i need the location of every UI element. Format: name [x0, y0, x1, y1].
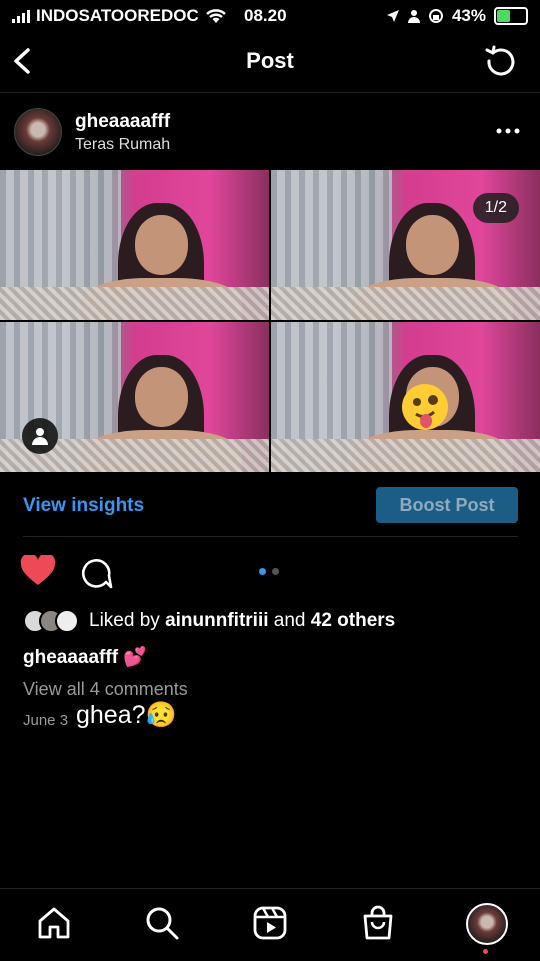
- tab-home[interactable]: [36, 905, 72, 946]
- post-actions: [0, 553, 540, 592]
- post-location[interactable]: Teras Rumah: [75, 136, 170, 154]
- image-counter: 1/2: [472, 193, 519, 223]
- liked-by-user[interactable]: ainunnfitriii: [165, 610, 268, 631]
- liked-by-and: and: [273, 610, 306, 631]
- insights-divider: [23, 536, 518, 537]
- post-image[interactable]: [0, 170, 540, 472]
- signal-icon: [12, 9, 30, 23]
- post-username[interactable]: gheaaaafff: [75, 111, 170, 133]
- tongue-emoji-sticker: [402, 384, 448, 430]
- more-options-button[interactable]: [496, 118, 520, 141]
- liked-by-others[interactable]: 42 others: [311, 610, 395, 631]
- video-overlay-text: ghea?😥: [76, 701, 177, 729]
- page-title: Post: [246, 48, 294, 73]
- liked-by-prefix: Liked by: [89, 610, 160, 631]
- notification-dot: [483, 949, 488, 954]
- caption: gheaaaafff 💕: [23, 645, 147, 669]
- search-icon: [146, 907, 179, 940]
- shopping-bag-icon: [363, 905, 393, 940]
- refresh-icon: [485, 45, 515, 76]
- status-bar: INDOSATOOREDOC 08.20 43%: [0, 0, 540, 32]
- liker-avatar: [55, 609, 79, 633]
- carousel-dot-active: [259, 568, 266, 575]
- battery-charging-icon: [494, 7, 528, 25]
- refresh-button[interactable]: [484, 44, 518, 83]
- view-insights-link[interactable]: View insights: [23, 495, 144, 517]
- caption-username[interactable]: gheaaaafff: [23, 647, 118, 668]
- tab-search[interactable]: [144, 905, 180, 946]
- wifi-icon: [205, 9, 226, 23]
- heart-filled-icon: [20, 553, 56, 585]
- reels-icon: [253, 906, 287, 940]
- battery-fill: [497, 10, 510, 22]
- liker-avatars: [23, 609, 79, 633]
- carousel-dot: [272, 568, 279, 575]
- tab-shop[interactable]: [360, 905, 396, 946]
- header-divider: [0, 92, 540, 93]
- person-icon: [32, 428, 48, 445]
- photo-tile: [0, 170, 269, 320]
- tagged-people-button[interactable]: [22, 418, 58, 454]
- person-icon: [407, 10, 420, 23]
- avatar[interactable]: [14, 108, 62, 156]
- boost-post-button[interactable]: Boost Post: [376, 487, 518, 523]
- tab-profile[interactable]: [466, 903, 508, 945]
- likes-summary[interactable]: Liked by ainunnfitriii and 42 others: [23, 609, 395, 633]
- status-right: 43%: [386, 6, 528, 26]
- profile-avatar: [466, 903, 508, 945]
- bottom-tab-bar: [0, 888, 540, 961]
- view-all-comments-link[interactable]: View all 4 comments: [23, 679, 188, 700]
- carousel-dots: [259, 568, 279, 575]
- post-header: gheaaaafff Teras Rumah: [0, 108, 540, 158]
- carrier-name: INDOSATOOREDOC: [36, 6, 199, 25]
- like-button[interactable]: [20, 553, 56, 592]
- battery-percent: 43%: [451, 6, 486, 25]
- lock-rotation-icon: [428, 9, 443, 23]
- tab-reels[interactable]: [252, 905, 288, 946]
- likes-text: Liked by ainunnfitriii and 42 others: [89, 610, 395, 632]
- location-icon: [386, 10, 399, 22]
- clock: 08.20: [244, 6, 287, 25]
- more-icon: [496, 128, 520, 134]
- top-nav: Post: [0, 36, 540, 86]
- comment-button[interactable]: [79, 556, 113, 595]
- carrier-group: INDOSATOOREDOC: [12, 6, 227, 26]
- home-icon: [38, 907, 70, 939]
- post-date: June 3: [23, 712, 69, 729]
- caption-text: 💕: [123, 647, 147, 668]
- comment-icon: [82, 559, 113, 589]
